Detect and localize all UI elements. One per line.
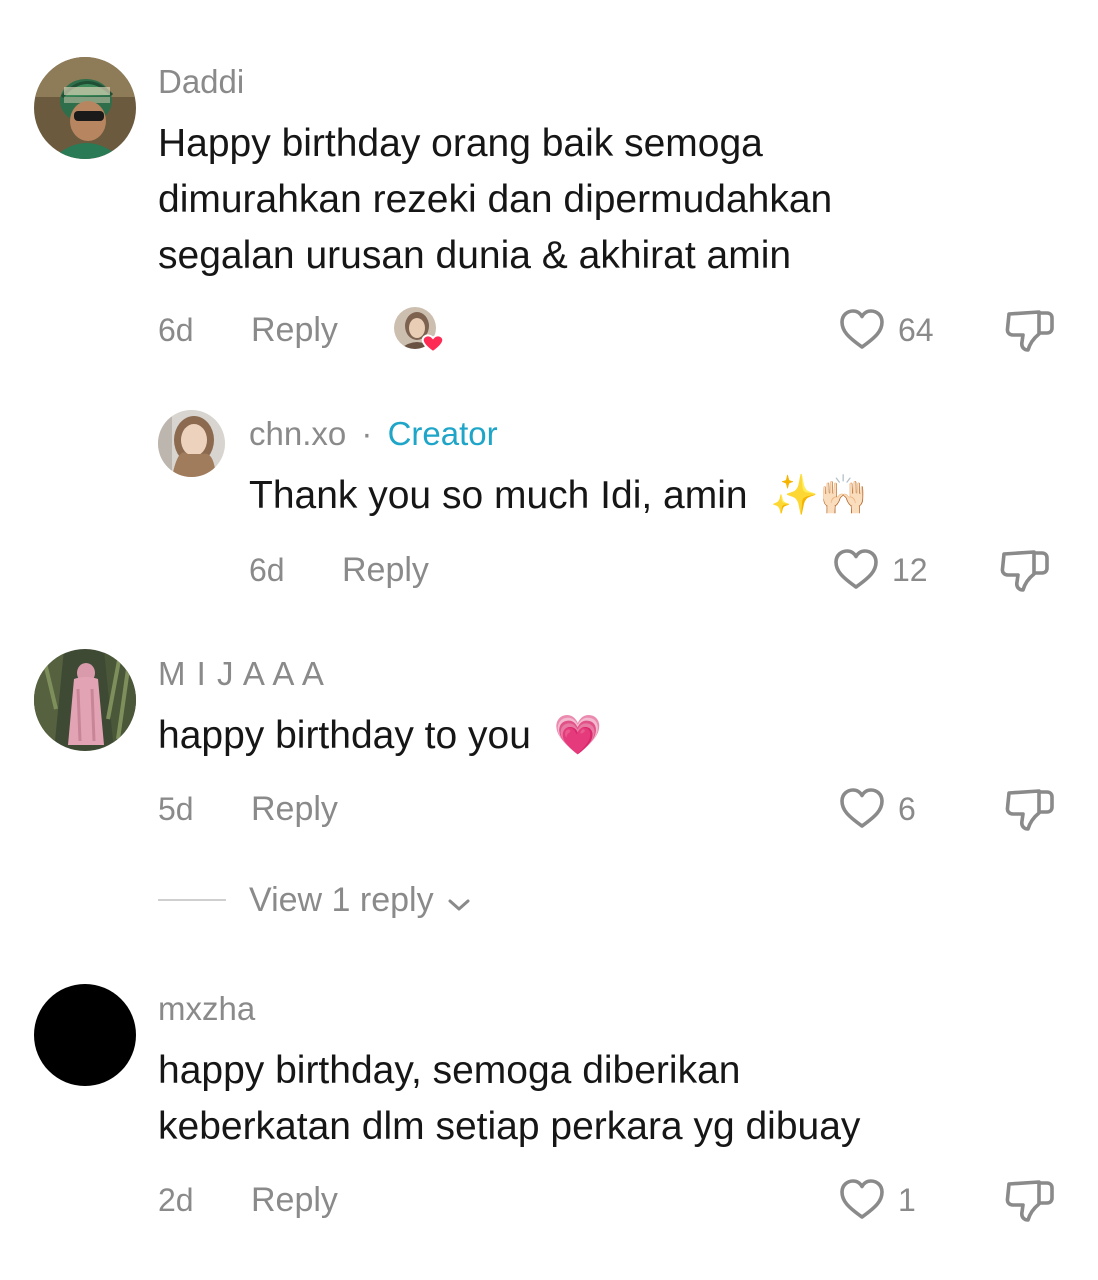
comment-time: 2d [158,1182,194,1218]
comment-username[interactable]: Daddi [158,62,244,102]
avatar[interactable] [34,57,136,159]
reply-button[interactable]: Reply [342,550,429,590]
avatar[interactable] [34,649,136,751]
comment-text: Happy birthday orang baik semoga dimurah… [158,122,833,277]
creator-liked-badge [393,306,447,356]
like-heart-icon[interactable] [838,786,886,830]
like-heart-icon[interactable] [838,307,886,351]
view-replies-button[interactable]: View 1 reply [249,880,471,922]
comment-time: 5d [158,791,194,827]
reply-emoji: ✨🙌🏻 [770,474,868,517]
dislike-icon[interactable] [1003,306,1057,354]
reply-button[interactable]: Reply [251,789,338,829]
avatar[interactable] [34,984,136,1086]
dislike-icon[interactable] [998,546,1052,594]
chevron-down-icon [447,882,471,922]
comment-username[interactable]: mxzha [158,989,255,1029]
username-separator: · [361,415,373,452]
like-heart-icon[interactable] [832,547,880,591]
comment-time: 6d [158,312,194,348]
like-count: 1 [898,1182,916,1218]
dislike-icon[interactable] [1003,1176,1057,1224]
creator-badge: Creator [387,415,498,452]
like-count: 12 [892,552,928,588]
comment-text: happy birthday to you 💗 [158,714,603,757]
like-count: 6 [898,791,916,827]
comment-emoji: 💗 [553,714,603,757]
comment-username[interactable]: M I J A A A [158,654,325,694]
reply-time: 6d [249,552,285,588]
reply-button[interactable]: Reply [251,1180,338,1220]
like-count: 64 [898,312,934,348]
reply-username[interactable]: chn.xo [249,415,346,452]
reply-username-line: chn.xo · Creator [249,414,498,454]
reply-text: Thank you so much Idi, amin ✨🙌🏻 [249,474,868,517]
replies-divider [158,899,226,901]
comment-text: happy birthday, semoga diberikan keberka… [158,1049,861,1148]
dislike-icon[interactable] [1003,785,1057,833]
reply-button[interactable]: Reply [251,310,338,350]
avatar[interactable] [158,410,225,477]
like-heart-icon[interactable] [838,1177,886,1221]
